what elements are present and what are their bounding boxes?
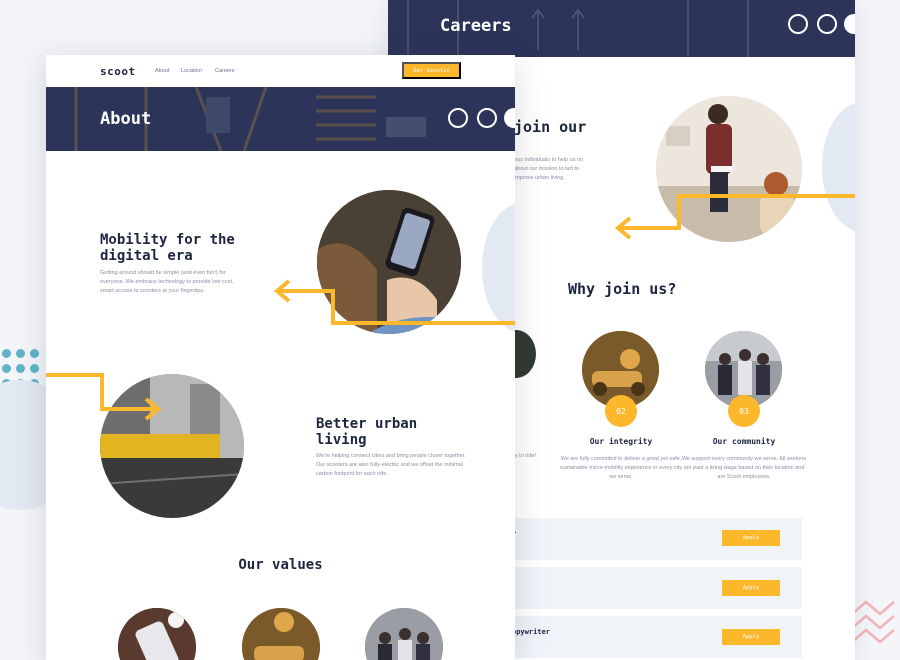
yellow-arrow-right-over-photo xyxy=(102,397,162,421)
decorative-dot xyxy=(16,364,25,373)
value-photo-scooter xyxy=(242,608,320,660)
about-hero-title: About xyxy=(100,109,152,129)
why-join-heading: Why join us? xyxy=(568,280,677,298)
nav-link-about[interactable]: About xyxy=(155,68,169,74)
better-living-text: We're helping connect cities and bring p… xyxy=(316,453,466,477)
mobility-text: Getting around should be simple (and eve… xyxy=(100,270,234,294)
our-values-heading: Our values xyxy=(238,557,323,573)
value-text: We are fully committed to deliver a grea… xyxy=(559,456,683,480)
hero-circle-icon xyxy=(477,108,497,128)
better-living-heading: Better urban living xyxy=(316,416,418,448)
hero-circle-icon xyxy=(788,14,808,34)
about-page: scoot About Location Careers Get Scootin… xyxy=(46,55,515,660)
navbar: scoot About Location Careers Get Scootin xyxy=(46,55,515,87)
decorative-dot xyxy=(16,349,25,358)
value-photo-community xyxy=(365,608,443,660)
value-title: Our integrity xyxy=(589,437,653,446)
crowd-illustration xyxy=(365,608,443,660)
value-number-badge: 02 xyxy=(605,395,637,427)
phone-closeup-illustration xyxy=(118,608,196,660)
value-text: We support every community we serve. All… xyxy=(681,456,807,480)
decorative-dot xyxy=(2,364,11,373)
decorative-zigzag xyxy=(851,600,895,644)
value-photo-phone xyxy=(118,608,196,660)
careers-hero-title: Careers xyxy=(440,16,512,36)
scooter-figure-illustration xyxy=(242,608,320,660)
nav-link-location[interactable]: Location xyxy=(181,68,202,74)
about-hero: About xyxy=(46,87,515,151)
decorative-dot xyxy=(30,364,39,373)
yellow-arrow-left xyxy=(273,279,515,325)
get-scootin-button[interactable]: Get Scootin xyxy=(402,62,461,79)
apply-button[interactable]: Apply xyxy=(722,629,780,645)
decorative-dot xyxy=(30,349,39,358)
job-title: opywriter xyxy=(512,628,550,636)
join-heading: join our xyxy=(514,118,587,136)
hero-circle-icon xyxy=(817,14,837,34)
careers-hero: Careers xyxy=(388,0,855,57)
nav-link-careers[interactable]: Careers xyxy=(215,68,235,74)
hero-circle-icon xyxy=(448,108,468,128)
apply-button[interactable]: Apply xyxy=(722,580,780,596)
value-number-badge: 03 xyxy=(728,395,760,427)
mobility-heading: Mobility for the digital era xyxy=(100,232,235,264)
join-text: ous individuals to help us on about our … xyxy=(514,157,584,181)
apply-button[interactable]: Apply xyxy=(722,530,780,546)
scoot-logo[interactable]: scoot xyxy=(100,65,136,78)
decorative-dot xyxy=(2,349,11,358)
value-title: Our community xyxy=(712,437,776,446)
yellow-arrow-left xyxy=(614,194,855,240)
